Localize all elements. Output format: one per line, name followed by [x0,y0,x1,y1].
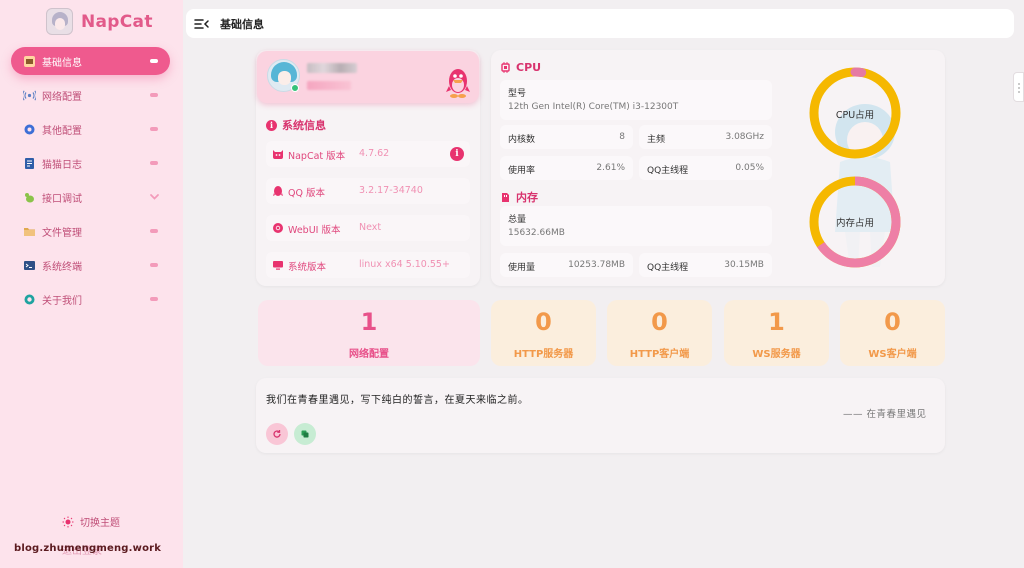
sidebar-item-about[interactable]: 关于我们 [11,285,170,313]
webui-version-row: WebUI 版本 Next [266,215,470,241]
count-value: 1 [768,308,785,336]
sidebar-item-terminal[interactable]: 系统终端 [11,251,170,279]
terminal-icon [23,259,36,272]
document-icon [23,157,36,170]
count-value: 0 [884,308,901,336]
sidebar-nav: 基础信息 网络配置 其他配置 猫猫日志 接口调试 文件管理 系统终端 关于我们 [11,47,170,319]
qq-penguin-icon [446,69,470,98]
sidebar-item-file-manager[interactable]: 文件管理 [11,217,170,245]
sidebar-item-other-settings[interactable]: 其他配置 [11,115,170,143]
memory-gauge-label: 内存占用 [835,218,874,229]
http-client-count-card[interactable]: 0 HTTP客户端 [607,300,712,366]
watermark: blog.zhumengmeng.work [14,543,162,554]
memory-total-box: 总量 15632.66MB [500,206,772,246]
napcat-version-row: NapCat 版本 4.7.62 i [266,141,470,167]
menu-collapse-icon[interactable] [194,17,210,31]
quote-author: —— 在青春里遇见 [843,409,927,420]
update-alert-icon[interactable]: i [450,147,464,161]
blurred-account-id [307,81,351,90]
indicator-dot [150,229,158,233]
side-scroll-handle[interactable] [1013,72,1024,102]
page-title: 基础信息 [220,17,264,31]
refresh-icon [273,430,281,438]
indicator-dot [150,297,158,301]
quote-card [256,378,945,453]
sidebar: NapCat 基础信息 网络配置 其他配置 猫猫日志 接口调试 文件管理 系统终… [0,0,183,568]
online-status-badge [291,84,299,92]
count-value: 1 [360,308,378,336]
github-icon [273,150,283,159]
sidebar-item-label: 系统终端 [42,261,82,273]
app-name: NapCat [81,11,153,32]
qq-version-row: QQ 版本 3.2.17-34740 [266,178,470,204]
network-config-count-card[interactable]: 1 网络配置 [258,300,480,366]
napcat-logo [46,8,73,35]
profile-banner [257,51,479,103]
brand[interactable]: NapCat [46,8,153,35]
indicator-dot [150,263,158,267]
ws-server-count-card[interactable]: 1 WS服务器 [724,300,829,366]
count-label: HTTP服务器 [513,349,574,360]
sidebar-item-api-debug[interactable]: 接口调试 [11,183,170,211]
indicator-dot [150,59,158,63]
theme-toggle-label: 切换主题 [80,518,120,529]
blurred-nickname [307,63,357,73]
sun-icon [62,516,74,527]
copy-quote-button[interactable] [294,423,316,445]
theme-toggle-button[interactable]: 切换主题 [62,514,120,529]
indicator-dot [150,93,158,97]
system-version-row: 系统版本 linux x64 5.10.55+ [266,252,470,278]
chrome-icon [273,223,283,233]
cpu-usage-row: 使用率 2.61% [500,156,633,180]
sidebar-item-label: 基础信息 [42,57,82,69]
indicator-dot [150,127,158,131]
sidebar-item-logs[interactable]: 猫猫日志 [11,149,170,177]
count-value: 0 [651,308,668,336]
count-label: WS客户端 [868,349,917,360]
memory-qq-thread-row: QQ主线程 30.15MB [639,253,772,277]
count-value: 0 [535,308,552,336]
memory-used-row: 使用量 10253.78MB [500,253,633,277]
bug-icon [23,191,36,204]
dashboard-icon [23,55,36,68]
antenna-icon [23,89,36,102]
sidebar-item-label: 文件管理 [42,227,82,239]
system-info-heading: i 系统信息 [266,117,326,133]
sidebar-item-label: 接口调试 [42,193,82,205]
top-header: 基础信息 [186,9,1014,38]
memory-card-icon [502,192,509,202]
memory-heading: 内存 [500,189,538,205]
count-label: HTTP客户端 [629,349,690,360]
cpu-cores-row: 内核数 8 [500,125,633,149]
monitor-icon [273,261,283,270]
count-label: 网络配置 [349,349,389,360]
cpu-model-box: 型号 12th Gen Intel(R) Core(TM) i3-12300T [500,80,772,120]
cpu-heading: CPU [500,61,541,74]
folder-icon [23,225,36,238]
info-icon: i [266,119,277,131]
refresh-quote-button[interactable] [266,423,288,445]
ws-client-count-card[interactable]: 0 WS客户端 [840,300,945,366]
sidebar-item-label: 其他配置 [42,125,82,137]
chip-icon [501,62,510,73]
gear-icon [23,123,36,136]
cpu-qq-thread-row: QQ主线程 0.05% [639,156,772,180]
quote-text: 我们在青春里遇见，写下纯白的誓言，在夏天来临之前。 [266,395,529,406]
cpu-frequency-row: 主频 3.08GHz [639,125,772,149]
sidebar-item-label: 关于我们 [42,295,82,307]
copy-icon [301,430,309,438]
sidebar-item-basic-info[interactable]: 基础信息 [11,47,170,75]
cpu-gauge-label: CPU占用 [835,110,875,121]
sidebar-item-label: 猫猫日志 [42,159,82,171]
chevron-down-icon [150,194,159,200]
chat-bubble-icon [23,293,36,306]
http-server-count-card[interactable]: 0 HTTP服务器 [491,300,596,366]
count-label: WS服务器 [752,349,801,360]
sidebar-item-network[interactable]: 网络配置 [11,81,170,109]
indicator-dot [150,161,158,165]
qq-icon [273,186,283,196]
sidebar-item-label: 网络配置 [42,91,82,103]
